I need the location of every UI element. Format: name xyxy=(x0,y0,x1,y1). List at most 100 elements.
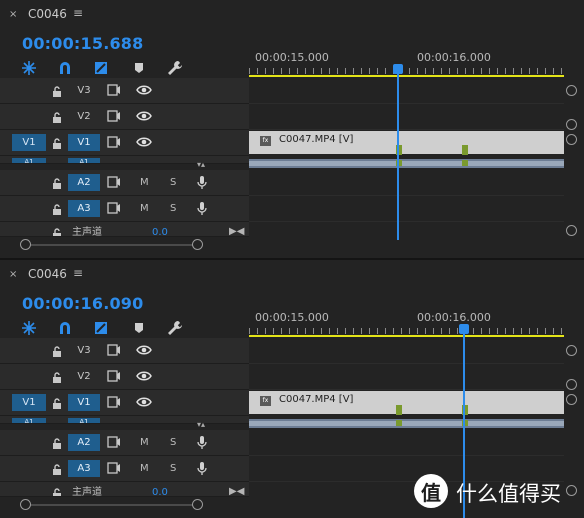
track-name-a1[interactable]: A1 xyxy=(68,418,100,423)
lock-icon[interactable] xyxy=(52,369,62,383)
playhead-handle[interactable] xyxy=(459,324,469,334)
microphone-icon[interactable] xyxy=(194,434,210,450)
playhead-timecode[interactable]: 00:00:15.688 xyxy=(22,34,143,53)
mute-button[interactable]: M xyxy=(140,174,149,191)
track-name-v2[interactable]: V2 xyxy=(68,108,100,125)
scroll-handle-icon[interactable] xyxy=(566,225,577,236)
track-name-v3[interactable]: V3 xyxy=(68,342,100,359)
lock-icon[interactable] xyxy=(52,109,62,123)
timeline-row-v3[interactable] xyxy=(249,338,564,364)
timeline-row-v2[interactable] xyxy=(249,364,564,390)
snap-magnet-icon[interactable] xyxy=(54,318,76,338)
time-ruler[interactable]: 00:00:15.000 00:00:16.000 xyxy=(249,48,564,78)
toggle-sync-lock-icon[interactable] xyxy=(106,460,122,476)
eye-icon[interactable] xyxy=(136,134,152,150)
toggle-sync-lock-icon[interactable] xyxy=(106,174,122,190)
master-volume-value[interactable]: 0.0 xyxy=(152,224,168,236)
keyframe-marker[interactable] xyxy=(462,145,468,155)
keyframe-marker[interactable] xyxy=(396,420,402,426)
lock-icon[interactable] xyxy=(52,83,62,97)
vertical-zoom-scrollbar[interactable] xyxy=(566,85,580,245)
nest-sequence-icon[interactable] xyxy=(18,58,40,78)
timeline-row-v3[interactable] xyxy=(249,78,564,104)
toggle-sync-lock-icon[interactable] xyxy=(106,82,122,98)
tab-title[interactable]: C0046 xyxy=(28,267,67,281)
toggle-sync-lock-icon[interactable] xyxy=(106,394,122,410)
nest-sequence-icon[interactable] xyxy=(18,318,40,338)
bowtie-zoom-icon[interactable]: ▶◀ xyxy=(229,486,244,497)
lock-icon[interactable] xyxy=(52,135,62,149)
track-name-a3[interactable]: A3 xyxy=(68,460,100,477)
tab-title[interactable]: C0046 xyxy=(28,7,67,21)
lock-icon[interactable] xyxy=(52,435,62,449)
lock-icon[interactable] xyxy=(52,395,62,409)
timeline-row-a2[interactable] xyxy=(249,170,564,196)
scroll-handle-icon[interactable] xyxy=(20,239,31,250)
lock-icon[interactable] xyxy=(52,343,62,357)
mute-button[interactable]: M xyxy=(140,460,149,477)
eye-icon[interactable] xyxy=(136,394,152,410)
microphone-icon[interactable] xyxy=(194,200,210,216)
toggle-sync-lock-icon[interactable] xyxy=(106,108,122,124)
eye-icon[interactable] xyxy=(136,108,152,124)
timeline-tab[interactable]: × C0046 ≡ xyxy=(0,4,584,24)
timeline-row-a3[interactable] xyxy=(249,196,564,222)
eye-icon[interactable] xyxy=(136,368,152,384)
scroll-handle-icon[interactable] xyxy=(192,499,203,510)
audio-clip[interactable] xyxy=(249,159,564,168)
horizontal-zoom-scrollbar[interactable] xyxy=(20,239,203,251)
source-patch-a1[interactable]: A1 xyxy=(12,418,46,423)
playhead-line[interactable] xyxy=(397,74,399,240)
scroll-handle-icon[interactable] xyxy=(566,345,577,356)
source-patch-v1[interactable]: V1 xyxy=(12,394,46,411)
bowtie-zoom-icon[interactable]: ▶◀ xyxy=(229,226,244,237)
track-name-a2[interactable]: A2 xyxy=(68,174,100,191)
horizontal-zoom-scrollbar[interactable] xyxy=(20,499,203,511)
tab-menu-icon[interactable]: ≡ xyxy=(73,266,83,280)
source-patch-v1[interactable]: V1 xyxy=(12,134,46,151)
toggle-sync-lock-icon[interactable] xyxy=(106,368,122,384)
keyframe-marker[interactable] xyxy=(462,160,468,166)
settings-wrench-icon[interactable] xyxy=(164,318,186,338)
time-ruler[interactable]: 00:00:15.000 00:00:16.000 xyxy=(249,308,564,338)
linked-selection-icon[interactable] xyxy=(90,58,112,78)
toggle-sync-lock-icon[interactable] xyxy=(106,134,122,150)
work-area-bar[interactable] xyxy=(249,335,564,337)
lock-icon[interactable] xyxy=(52,461,62,475)
scroll-handle-icon[interactable] xyxy=(20,499,31,510)
scroll-handle-icon[interactable] xyxy=(566,379,577,390)
track-name-a3[interactable]: A3 xyxy=(68,200,100,217)
lock-icon[interactable] xyxy=(52,485,62,496)
toggle-sync-lock-icon[interactable] xyxy=(106,434,122,450)
lock-icon[interactable] xyxy=(52,201,62,215)
video-clip[interactable]: fx C0047.MP4 [V] xyxy=(249,131,564,154)
playhead-handle[interactable] xyxy=(393,64,403,74)
microphone-icon[interactable] xyxy=(194,460,210,476)
work-area-bar[interactable] xyxy=(249,75,564,77)
scroll-handle-icon[interactable] xyxy=(566,85,577,96)
mute-button[interactable]: M xyxy=(140,200,149,217)
timeline-row-v2[interactable] xyxy=(249,104,564,130)
toggle-sync-lock-icon[interactable] xyxy=(106,200,122,216)
scroll-handle-icon[interactable] xyxy=(192,239,203,250)
toggle-sync-lock-icon[interactable] xyxy=(106,342,122,358)
timeline-tab[interactable]: × C0046 ≡ xyxy=(0,264,584,284)
add-marker-icon[interactable] xyxy=(128,58,150,78)
solo-button[interactable]: S xyxy=(170,200,176,217)
master-volume-value[interactable]: 0.0 xyxy=(152,484,168,496)
track-name-v3[interactable]: V3 xyxy=(68,82,100,99)
scroll-handle-icon[interactable] xyxy=(566,119,577,130)
settings-wrench-icon[interactable] xyxy=(164,58,186,78)
eye-icon[interactable] xyxy=(136,82,152,98)
scroll-handle-icon[interactable] xyxy=(566,134,577,145)
mute-button[interactable]: M xyxy=(140,434,149,451)
tab-close-icon[interactable]: × xyxy=(9,9,17,20)
audio-clip[interactable] xyxy=(249,419,564,428)
scroll-handle-icon[interactable] xyxy=(566,394,577,405)
tab-menu-icon[interactable]: ≡ xyxy=(73,6,83,20)
linked-selection-icon[interactable] xyxy=(90,318,112,338)
solo-button[interactable]: S xyxy=(170,434,176,451)
track-name-a2[interactable]: A2 xyxy=(68,434,100,451)
track-name-v2[interactable]: V2 xyxy=(68,368,100,385)
timeline-row-a2[interactable] xyxy=(249,430,564,456)
